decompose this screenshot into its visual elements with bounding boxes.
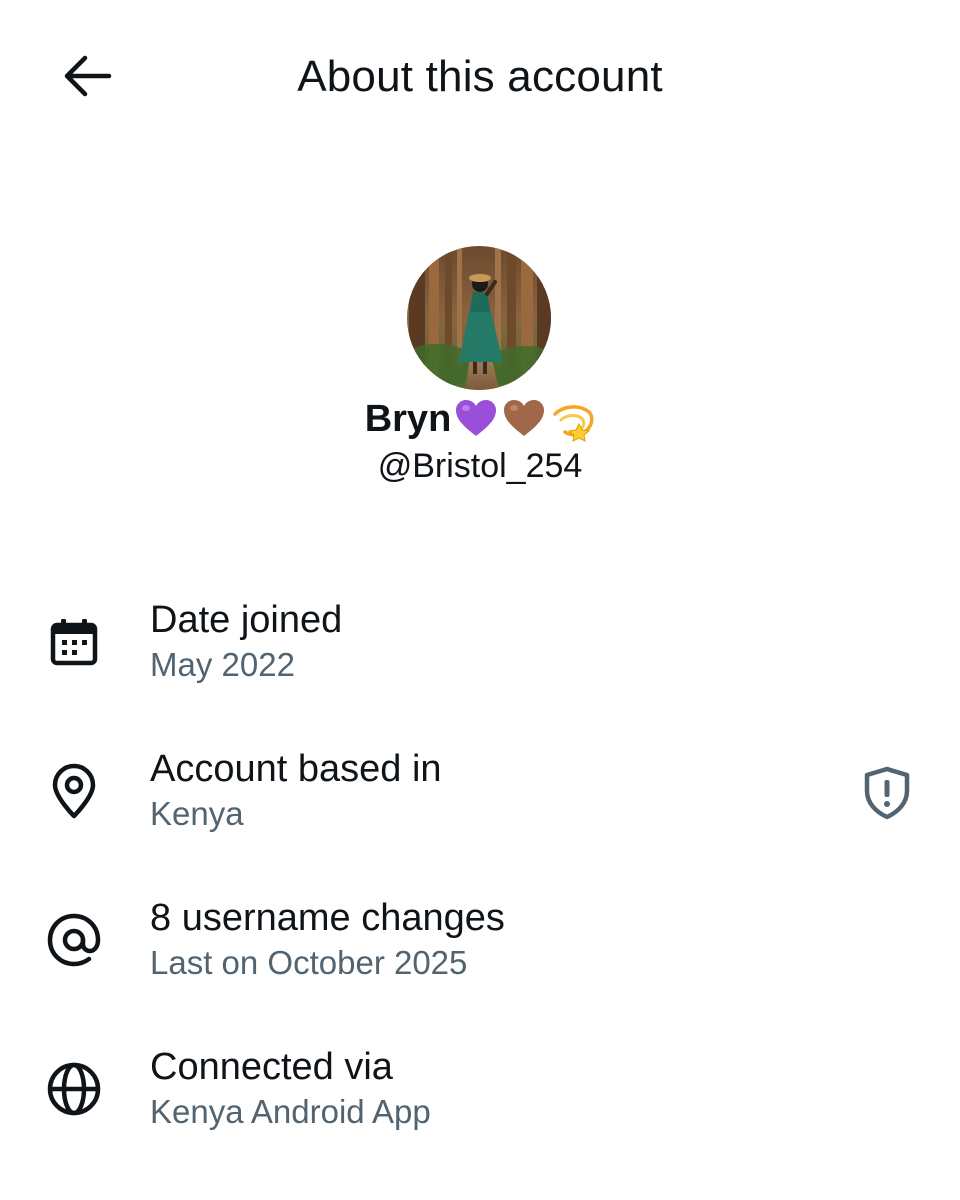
list-item-username-changes: 8 username changes Last on October 2025: [0, 888, 960, 1037]
purple-heart-emoji: [456, 400, 497, 436]
avatar[interactable]: [407, 246, 551, 390]
list-item-date-joined: Date joined May 2022: [0, 590, 960, 739]
row-subtitle: May 2022: [150, 646, 295, 683]
list-item-connected-via: Connected via Kenya Android App: [0, 1037, 960, 1186]
list-item-account-based-in: Account based in Kenya: [0, 739, 960, 888]
row-subtitle: Last on October 2025: [150, 944, 468, 981]
row-title: Date joined: [150, 599, 343, 641]
row-subtitle: Kenya: [150, 795, 244, 832]
page-title: About this account: [297, 52, 663, 101]
location-pin-icon: [44, 761, 104, 821]
globe-icon: [44, 1059, 104, 1119]
shield-alert-button[interactable]: [854, 760, 920, 826]
account-info-list: Date joined May 2022 Account based in Ke…: [0, 590, 960, 1186]
at-sign-icon: [44, 910, 104, 970]
row-title: Account based in: [150, 748, 442, 790]
display-name: Bryn: [0, 394, 960, 444]
header: About this account: [0, 0, 960, 150]
calendar-icon: [44, 612, 104, 672]
row-subtitle: Kenya Android App: [150, 1093, 431, 1130]
display-name-text: Bryn: [364, 398, 452, 440]
row-title: Connected via: [150, 1046, 393, 1088]
profile-section: Bryn @Bristol_254: [0, 246, 960, 487]
row-title: 8 username changes: [150, 897, 505, 939]
dizzy-star-emoji: [553, 405, 594, 442]
shield-alert-icon: [864, 766, 910, 820]
username-handle: @Bristol_254: [377, 447, 583, 485]
brown-heart-emoji: [504, 400, 545, 436]
